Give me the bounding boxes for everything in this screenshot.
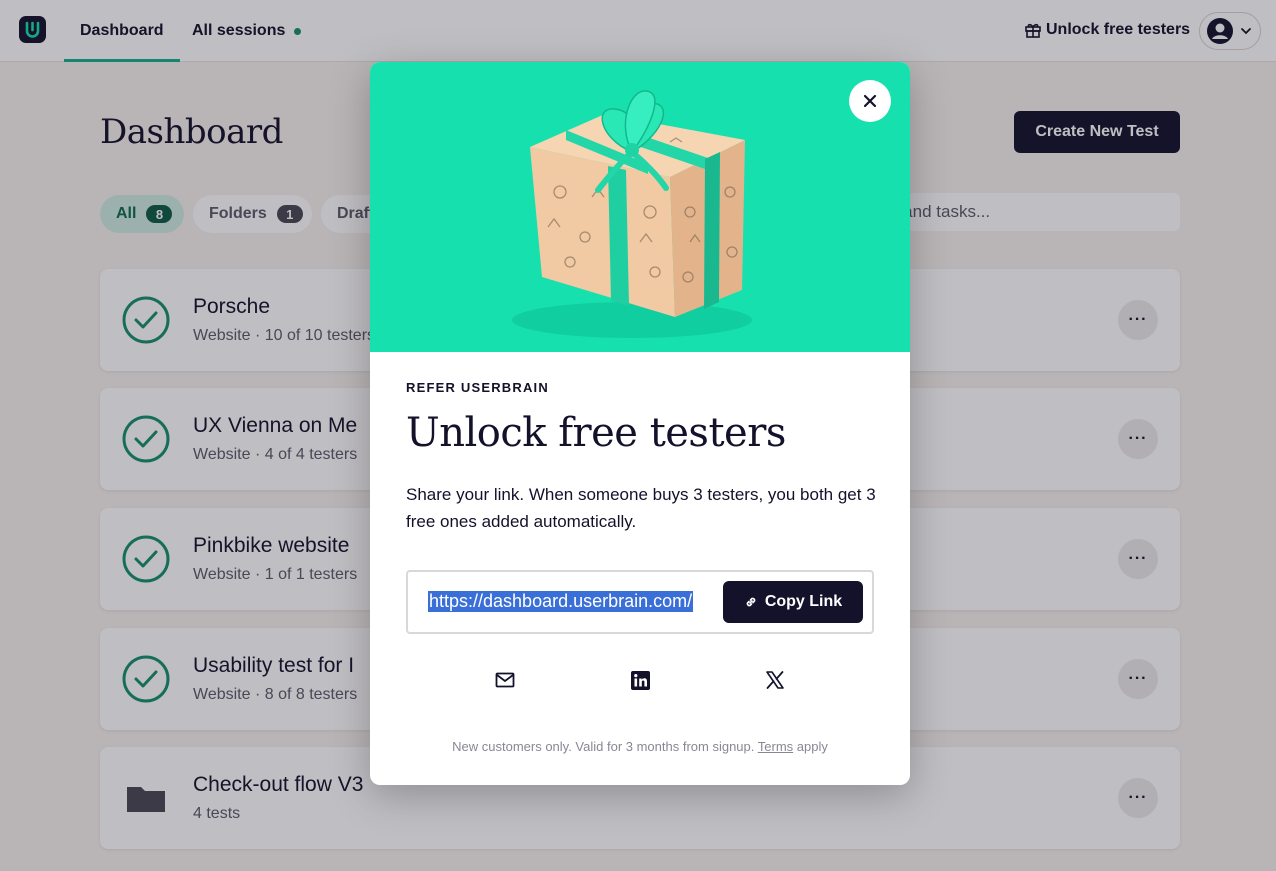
mail-icon bbox=[495, 672, 515, 688]
refer-modal: REFER USERBRAIN Unlock free testers Shar… bbox=[370, 62, 910, 785]
referral-link-field[interactable]: https://dashboard.userbrain.com/ Copy Li… bbox=[406, 570, 874, 634]
terms-link[interactable]: Terms bbox=[758, 739, 793, 754]
modal-eyebrow: REFER USERBRAIN bbox=[406, 380, 549, 395]
close-icon bbox=[863, 94, 877, 108]
modal-description: Share your link. When someone buys 3 tes… bbox=[406, 485, 876, 531]
linkedin-icon bbox=[630, 670, 650, 690]
share-linkedin-button[interactable] bbox=[628, 668, 652, 692]
link-icon bbox=[746, 597, 756, 607]
copy-link-label: Copy Link bbox=[764, 593, 843, 610]
share-email-button[interactable] bbox=[493, 668, 517, 692]
fineprint-prefix: New customers only. Valid for 3 months f… bbox=[452, 739, 755, 754]
fineprint: New customers only. Valid for 3 months f… bbox=[370, 739, 910, 754]
fineprint-suffix: apply bbox=[796, 739, 828, 754]
gift-illustration bbox=[370, 62, 910, 352]
share-x-button[interactable] bbox=[763, 668, 787, 692]
gift-box-image bbox=[512, 90, 752, 338]
copy-link-button[interactable]: Copy Link bbox=[723, 581, 863, 623]
x-icon bbox=[766, 671, 784, 689]
referral-link-text[interactable]: https://dashboard.userbrain.com/ bbox=[428, 591, 694, 612]
modal-title: Unlock free testers bbox=[406, 410, 786, 456]
close-modal-button[interactable] bbox=[849, 80, 891, 122]
